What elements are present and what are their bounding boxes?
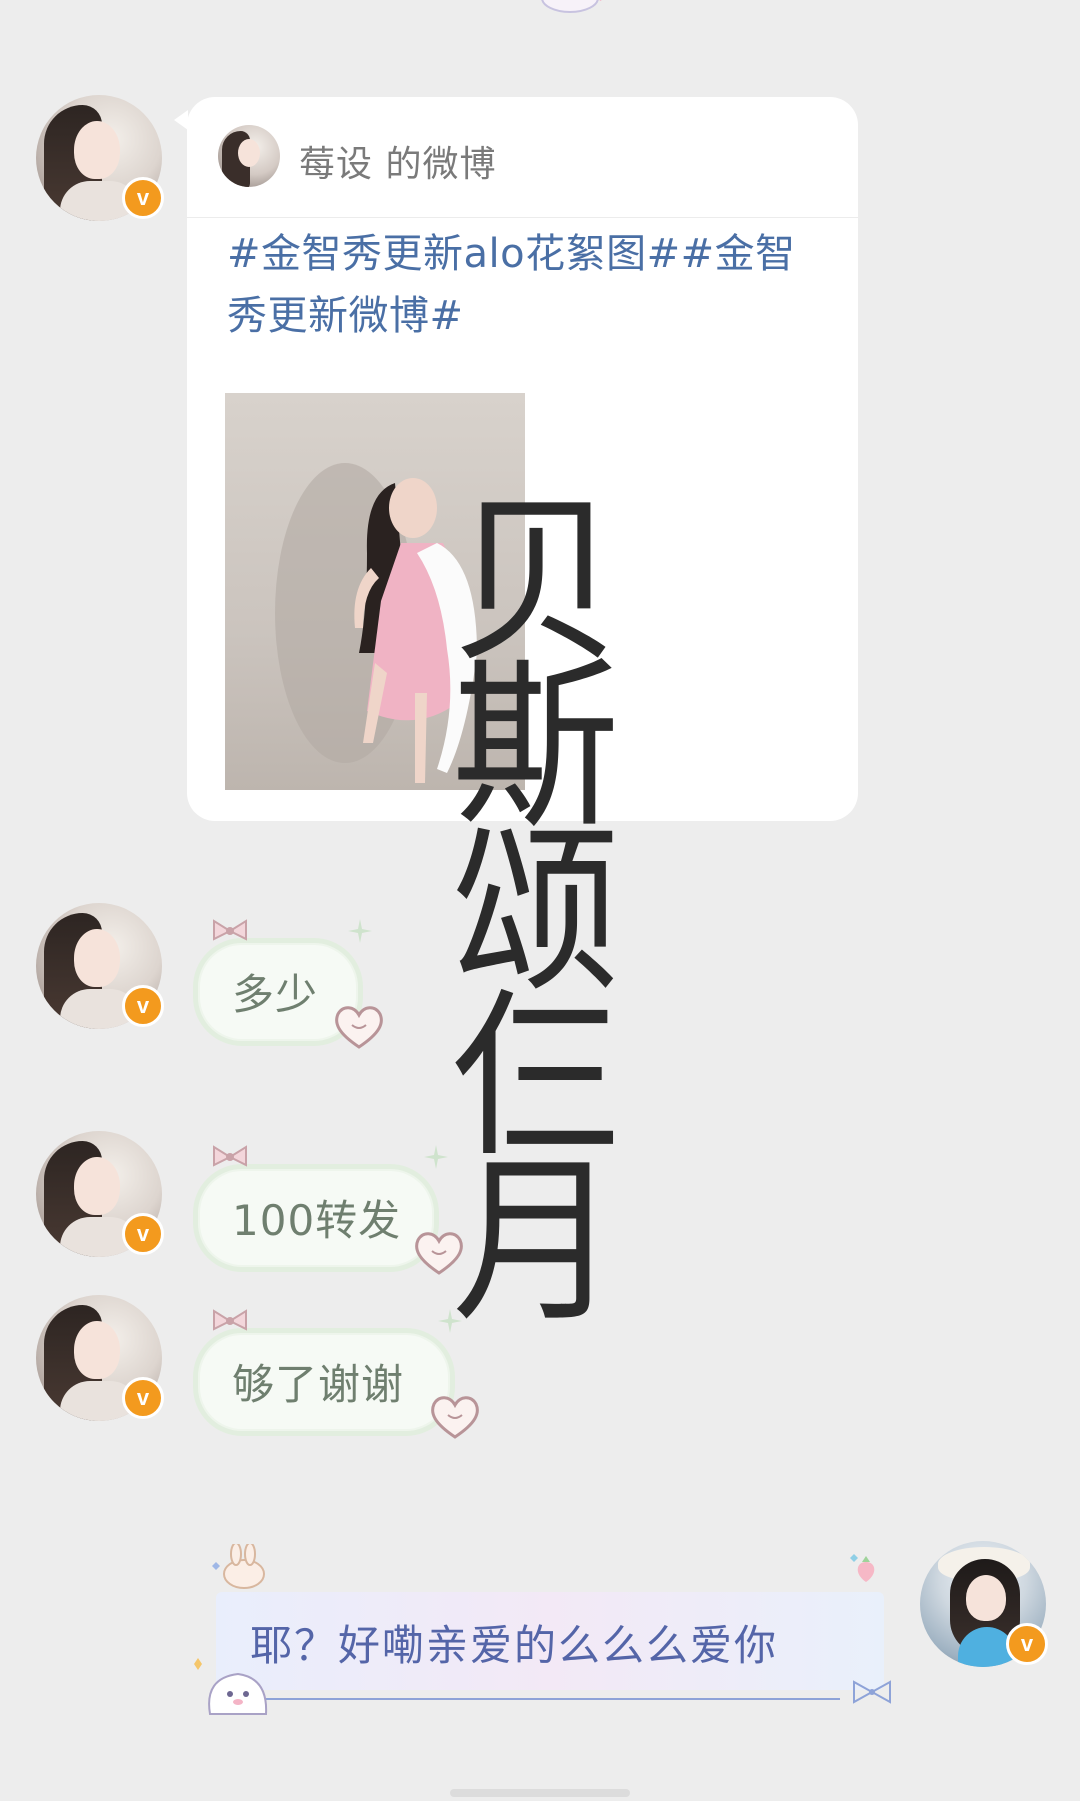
verified-badge-icon: v bbox=[122, 985, 164, 1027]
verified-badge-icon: v bbox=[122, 177, 164, 219]
ghost-sticker-icon bbox=[194, 1658, 268, 1715]
bottom-indicator bbox=[450, 1789, 630, 1797]
message-text: 够了谢谢 bbox=[232, 1360, 405, 1409]
verified-badge-icon: v bbox=[122, 1377, 164, 1419]
contact-avatar[interactable]: v bbox=[36, 1131, 164, 1257]
weibo-card-text: #金智秀更新alo花絮图##金智秀更新微博# bbox=[227, 231, 796, 339]
message-text: 耶？好嘞亲爱的么么么爱你 bbox=[250, 1621, 779, 1670]
bow-icon bbox=[213, 1145, 247, 1167]
weibo-card-header: 莓设 的微博 bbox=[187, 97, 858, 218]
watermark-char: 贝 bbox=[452, 478, 620, 687]
message-bubble[interactable]: 够了谢谢 bbox=[193, 1309, 479, 1439]
sticker-decoration bbox=[541, 0, 602, 13]
heart-icon bbox=[431, 1396, 479, 1439]
bow-icon bbox=[213, 919, 247, 941]
watermark-char: 颂 bbox=[452, 808, 620, 1017]
message-bubble[interactable]: 100转发 bbox=[193, 1145, 463, 1275]
sparkle-icon bbox=[348, 919, 372, 943]
strawberry-icon bbox=[850, 1554, 875, 1582]
message-bubble[interactable]: 多少 bbox=[193, 919, 383, 1049]
weibo-source-label: 莓设 的微博 bbox=[299, 144, 497, 185]
my-avatar[interactable]: v bbox=[920, 1541, 1048, 1667]
bubble-underline bbox=[240, 1698, 840, 1700]
chat-screen: v 莓设 的微博 #金智秀更新alo花絮图##金智秀更新微博# v 多少 v 1… bbox=[0, 0, 1080, 1801]
sparkle-icon bbox=[424, 1145, 448, 1169]
contact-avatar[interactable]: v bbox=[36, 903, 164, 1029]
watermark-char: 仨 bbox=[452, 973, 620, 1182]
bow-icon bbox=[213, 1309, 247, 1331]
bubble-tail bbox=[174, 110, 188, 130]
verified-badge-icon: v bbox=[1006, 1623, 1048, 1665]
my-message-bubble[interactable]: 耶？好嘞亲爱的么么么爱你 bbox=[194, 1544, 891, 1715]
contact-avatar[interactable]: v bbox=[36, 95, 164, 221]
verified-badge-icon: v bbox=[122, 1213, 164, 1255]
message-text: 100转发 bbox=[232, 1196, 402, 1245]
message-text: 多少 bbox=[232, 970, 319, 1019]
ribbon-icon bbox=[853, 1680, 891, 1704]
watermark-char: 月 bbox=[452, 1138, 620, 1347]
bunny-sticker-icon bbox=[212, 1544, 265, 1589]
contact-avatar[interactable]: v bbox=[36, 1295, 164, 1421]
watermark-char: 斯 bbox=[452, 643, 620, 852]
author-avatar bbox=[218, 125, 280, 187]
watermark: 贝 斯 颂 仨 月 bbox=[452, 478, 620, 1347]
heart-icon bbox=[335, 1006, 383, 1049]
